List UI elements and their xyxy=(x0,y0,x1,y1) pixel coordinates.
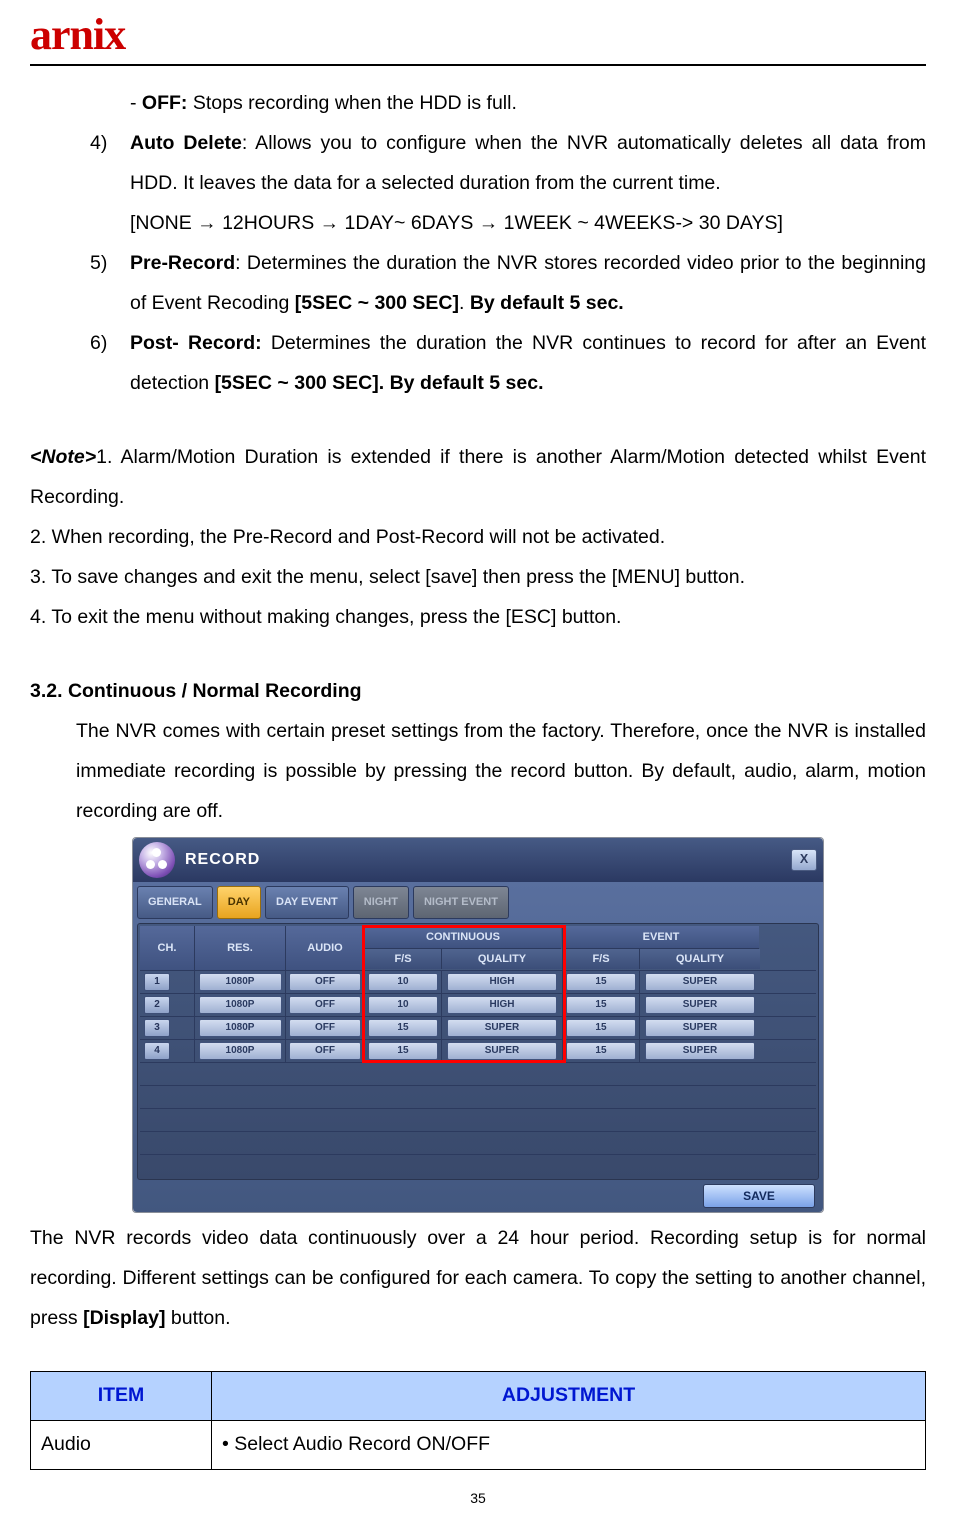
audio-value[interactable]: OFF xyxy=(289,1042,361,1060)
off-rest: Stops recording when the HDD is full. xyxy=(187,92,516,114)
td-item: Audio xyxy=(31,1420,212,1469)
cont-quality-value[interactable]: HIGH xyxy=(447,996,557,1014)
brand-logo: arnix xyxy=(30,10,926,60)
cont-fs-value[interactable]: 10 xyxy=(368,973,438,991)
channel-badge[interactable]: 4 xyxy=(144,1042,170,1060)
item6-bold2: [5SEC ~ 300 SEC]. By default 5 sec. xyxy=(215,372,544,394)
hdr-event: EVENT xyxy=(563,926,759,949)
list-num-6: 6) xyxy=(90,324,130,404)
event-fs-value[interactable]: 15 xyxy=(566,1019,636,1037)
film-reel-icon xyxy=(139,842,175,878)
save-button[interactable]: SAVE xyxy=(703,1184,815,1208)
th-adjustment: ADJUSTMENT xyxy=(212,1371,926,1420)
hdr-res: RES. xyxy=(195,926,286,970)
event-quality-value[interactable]: SUPER xyxy=(645,996,755,1014)
table-row: 2 1080P OFF 10 HIGH 15 SUPER xyxy=(140,993,816,1016)
item5-bold3: By default 5 sec. xyxy=(470,292,624,314)
note-1: 1. Alarm/Motion Duration is extended if … xyxy=(30,446,926,508)
audio-value[interactable]: OFF xyxy=(289,973,361,991)
hdr-evt-qual: QUALITY xyxy=(640,949,760,969)
note-4: 4. To exit the menu without making chang… xyxy=(30,598,926,638)
res-value[interactable]: 1080P xyxy=(199,973,282,991)
list-item-4: 4) Auto Delete: Allows you to configure … xyxy=(90,124,926,244)
cont-fs-value[interactable]: 15 xyxy=(368,1019,438,1037)
section-body: The NVR comes with certain preset settin… xyxy=(76,712,926,832)
table-row: 3 1080P OFF 15 SUPER 15 SUPER xyxy=(140,1016,816,1039)
document-body: - OFF: Stops recording when the HDD is f… xyxy=(30,84,926,1470)
list-item-6: 6) Post- Record: Determines the duration… xyxy=(90,324,926,404)
event-quality-value[interactable]: SUPER xyxy=(645,973,755,991)
event-fs-value[interactable]: 15 xyxy=(566,996,636,1014)
cont-quality-value[interactable]: SUPER xyxy=(447,1019,557,1037)
item4-line2: [NONE → 12HOURS → 1DAY~ 6DAYS → 1WEEK ~ … xyxy=(130,204,926,244)
adjustment-table: ITEM ADJUSTMENT Audio • Select Audio Rec… xyxy=(30,1371,926,1470)
channel-badge[interactable]: 2 xyxy=(144,996,170,1014)
table-row: 4 1080P OFF 15 SUPER 15 SUPER xyxy=(140,1039,816,1062)
record-grid: CH. RES. AUDIO CONTINUOUS F/S QUALITY xyxy=(137,923,819,1180)
logo-text: arnix xyxy=(30,9,125,60)
after-shot-bold: [Display] xyxy=(83,1307,165,1329)
section-heading: 3.2. Continuous / Normal Recording xyxy=(30,672,926,712)
hdr-audio: AUDIO xyxy=(286,926,365,970)
cont-quality-value[interactable]: SUPER xyxy=(447,1042,557,1060)
channel-badge[interactable]: 3 xyxy=(144,1019,170,1037)
tab-day[interactable]: DAY xyxy=(217,886,261,919)
hdr-cont-fs: F/S xyxy=(365,949,442,969)
record-screenshot: RECORD X GENERAL DAY DAY EVENT NIGHT NIG… xyxy=(30,837,926,1213)
cont-fs-value[interactable]: 10 xyxy=(368,996,438,1014)
cont-quality-value[interactable]: HIGH xyxy=(447,973,557,991)
audio-value[interactable]: OFF xyxy=(289,1019,361,1037)
off-prefix: - xyxy=(130,92,142,114)
window-title: RECORD xyxy=(185,844,791,877)
tab-night-event: NIGHT EVENT xyxy=(413,886,509,919)
note-2: 2. When recording, the Pre-Record and Po… xyxy=(30,518,926,558)
hdr-continuous: CONTINUOUS xyxy=(365,926,561,949)
audio-value[interactable]: OFF xyxy=(289,996,361,1014)
note-block: <Note>1. Alarm/Motion Duration is extend… xyxy=(30,438,926,638)
item5-bold: Pre-Record xyxy=(130,252,235,274)
item5-bold2: [5SEC ~ 300 SEC] xyxy=(295,292,459,314)
list-num-5: 5) xyxy=(90,244,130,324)
th-item: ITEM xyxy=(31,1371,212,1420)
event-fs-value[interactable]: 15 xyxy=(566,973,636,991)
item6-bold: Post- Record: xyxy=(130,332,262,354)
res-value[interactable]: 1080P xyxy=(199,1019,282,1037)
item4-text: : Allows you to configure when the NVR a… xyxy=(130,132,926,194)
hdr-cont-qual: QUALITY xyxy=(442,949,562,969)
page-number: 35 xyxy=(30,1490,926,1506)
item5-text2: . xyxy=(459,292,470,314)
hdr-ch: CH. xyxy=(140,926,195,970)
tab-bar: GENERAL DAY DAY EVENT NIGHT NIGHT EVENT xyxy=(137,886,819,919)
channel-badge[interactable]: 1 xyxy=(144,973,170,991)
res-value[interactable]: 1080P xyxy=(199,996,282,1014)
header-rule xyxy=(30,64,926,66)
event-fs-value[interactable]: 15 xyxy=(566,1042,636,1060)
after-shot-text: The NVR records video data continuously … xyxy=(30,1219,926,1339)
hdr-evt-fs: F/S xyxy=(563,949,640,969)
close-button[interactable]: X xyxy=(791,849,817,871)
list-num-4: 4) xyxy=(90,124,130,244)
event-quality-value[interactable]: SUPER xyxy=(645,1042,755,1060)
cont-fs-value[interactable]: 15 xyxy=(368,1042,438,1060)
note-label: <Note> xyxy=(30,446,96,468)
res-value[interactable]: 1080P xyxy=(199,1042,282,1060)
off-bold: OFF: xyxy=(142,92,187,114)
td-adjustment: • Select Audio Record ON/OFF xyxy=(212,1420,926,1469)
after-shot-t2: button. xyxy=(165,1307,230,1329)
tab-general[interactable]: GENERAL xyxy=(137,886,213,919)
off-line: - OFF: Stops recording when the HDD is f… xyxy=(130,84,926,124)
table-row: 1 1080P OFF 10 HIGH 15 SUPER xyxy=(140,970,816,993)
list-item-5: 5) Pre-Record: Determines the duration t… xyxy=(90,244,926,324)
tab-day-event[interactable]: DAY EVENT xyxy=(265,886,349,919)
event-quality-value[interactable]: SUPER xyxy=(645,1019,755,1037)
note-3: 3. To save changes and exit the menu, se… xyxy=(30,558,926,598)
item4-bold: Auto Delete xyxy=(130,132,242,154)
tab-night: NIGHT xyxy=(353,886,409,919)
